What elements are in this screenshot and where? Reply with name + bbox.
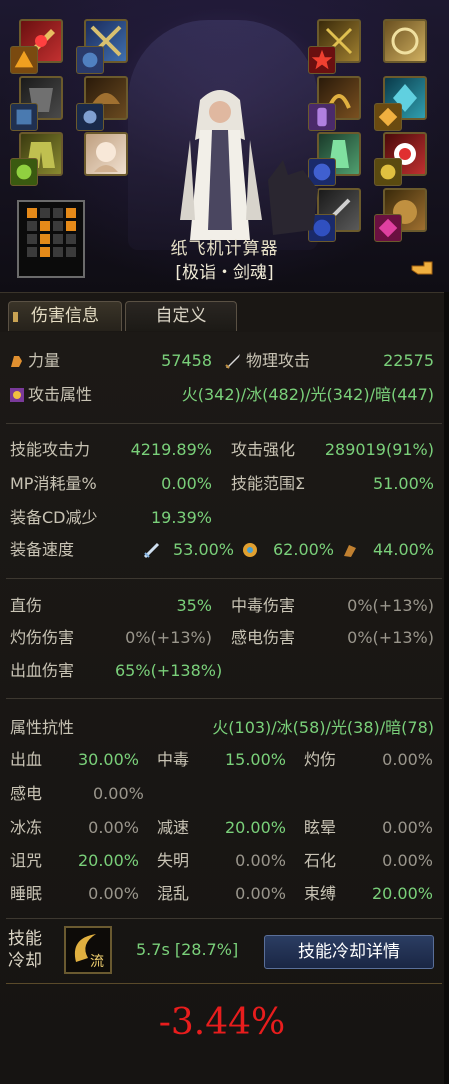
scrollbar[interactable]: [444, 292, 449, 1084]
resist-label: 灼伤: [304, 750, 337, 769]
resist-value: 15.00%: [224, 750, 286, 769]
svg-text:流: 流: [90, 954, 104, 970]
shoulder-emblem-slot[interactable]: [76, 103, 104, 131]
grid-cell: [66, 208, 76, 218]
resist-row: 诅咒 20.00% 失明 0.00% 石化 0.00%: [0, 846, 444, 876]
tab-marker-icon: [13, 312, 18, 322]
resist-row: 感电 0.00%: [0, 779, 444, 809]
resist-label: 诅咒: [10, 851, 43, 870]
character-panel: 纸飞机计算器 [极诣・剑魂]: [0, 0, 449, 292]
resist-row: 冰冻 0.00% 减速 20.00% 眩晕 0.00%: [0, 813, 444, 843]
pointing-hand-icon[interactable]: [410, 258, 434, 278]
avatar-portrait-slot[interactable]: [84, 132, 128, 176]
resist-value: 0.00%: [235, 851, 286, 870]
divider: [6, 423, 442, 424]
character-sprite: [180, 90, 262, 240]
resist-row: 出血 30.00% 中毒 15.00% 灼伤 0.00%: [0, 745, 444, 775]
cast-speed-icon: [243, 543, 257, 557]
title-emblem-slot[interactable]: [76, 46, 104, 74]
skill-icon[interactable]: 流: [64, 926, 112, 974]
resist-value: 20.00%: [224, 818, 286, 837]
wolf-companion-icon: [268, 160, 318, 235]
resist-value: 20.00%: [77, 851, 139, 870]
tab-custom[interactable]: 自定义: [125, 301, 237, 331]
divider: [6, 983, 442, 984]
resist-label: 石化: [304, 851, 337, 870]
cooldown-value: 5.7s [28.7%]: [136, 940, 239, 959]
resist-label: 出血: [10, 750, 43, 769]
resist-value: 0.00%: [93, 784, 144, 803]
accessory-emblem-1[interactable]: [308, 46, 336, 74]
resist-label: 睡眠: [10, 884, 43, 903]
divider: [6, 918, 442, 919]
stat-row-strength: 力量 57458 物理攻击 22575: [0, 346, 444, 376]
bottom-emblem-slot[interactable]: [10, 158, 38, 186]
grid-cell: [53, 208, 63, 218]
element-icon: [10, 388, 24, 402]
resist-label: 失明: [157, 851, 190, 870]
top-armor-emblem-slot[interactable]: [10, 103, 38, 131]
character-class: [极诣・剑魂]: [175, 263, 274, 283]
resist-label: 束缚: [304, 884, 337, 903]
resist-value: 0.00%: [382, 818, 433, 837]
strength-icon: [11, 356, 22, 367]
stat-row-speed: 装备速度 53.00% 62.00% 44.00%: [10, 540, 435, 559]
resist-value: 0.00%: [235, 884, 286, 903]
resist-value: 0.00%: [88, 884, 139, 903]
accessory-emblem-6[interactable]: [374, 158, 402, 186]
resist-label: 减速: [157, 818, 190, 837]
resist-value: 0.00%: [382, 851, 433, 870]
resist-label: 眩晕: [304, 818, 337, 837]
dmg-row-3: 出血伤害 65%(+138%): [10, 661, 223, 680]
move-speed-icon: [344, 545, 356, 557]
attack-speed-icon: [143, 542, 160, 559]
resist-value: 0.00%: [88, 818, 139, 837]
grid-cell: [27, 208, 37, 218]
divider: [6, 578, 442, 579]
tab-damage-info[interactable]: 伤害信息: [8, 301, 122, 331]
grid-cell: [27, 221, 37, 231]
stat-row-cd: 装备CD减少 19.39%: [10, 508, 212, 527]
dmg-row-1: 直伤 35% 中毒伤害 0%(+13%): [10, 596, 434, 615]
result-value: -3.44%: [158, 1002, 286, 1043]
calculator-title: 纸飞机计算器: [170, 239, 279, 259]
stat-row-mp: MP消耗量% 0.00% 技能范围Σ 51.00%: [10, 474, 434, 493]
resist-row-element: 属性抗性 火(103)/冰(58)/光(38)/暗(78): [10, 718, 434, 737]
resist-label: 中毒: [157, 750, 190, 769]
accessory-slot-2[interactable]: [383, 19, 427, 63]
grid-cell: [40, 208, 50, 218]
dmg-row-2: 灼伤伤害 0%(+13%) 感电伤害 0%(+13%): [10, 628, 434, 647]
accessory-emblem-3[interactable]: [308, 103, 336, 131]
divider: [6, 698, 442, 699]
grid-cell: [53, 221, 63, 231]
resist-label: 感电: [10, 784, 43, 803]
grid-cell: [66, 221, 76, 231]
cooldown-label: 技能 冷却: [8, 929, 42, 971]
resist-label: 冰冻: [10, 818, 43, 837]
tab-bar: 伤害信息 自定义: [0, 292, 449, 333]
grid-cell: [40, 221, 50, 231]
cooldown-details-button[interactable]: 技能冷却详情: [264, 935, 434, 969]
stat-row-skill-atk: 技能攻击力 4219.89% 攻击强化 289019(91%): [10, 440, 434, 459]
sword-icon: [225, 354, 240, 369]
resist-label: 混乱: [157, 884, 190, 903]
resist-value: 30.00%: [77, 750, 139, 769]
stat-row-element: 攻击属性 火(342)/冰(482)/光(342)/暗(447): [0, 380, 444, 410]
resist-value: 0.00%: [382, 750, 433, 769]
weapon-emblem-slot[interactable]: [10, 46, 38, 74]
resist-value: 20.00%: [371, 884, 433, 903]
resist-row: 睡眠 0.00% 混乱 0.00% 束缚 20.00%: [0, 879, 444, 909]
accessory-emblem-4[interactable]: [374, 103, 402, 131]
